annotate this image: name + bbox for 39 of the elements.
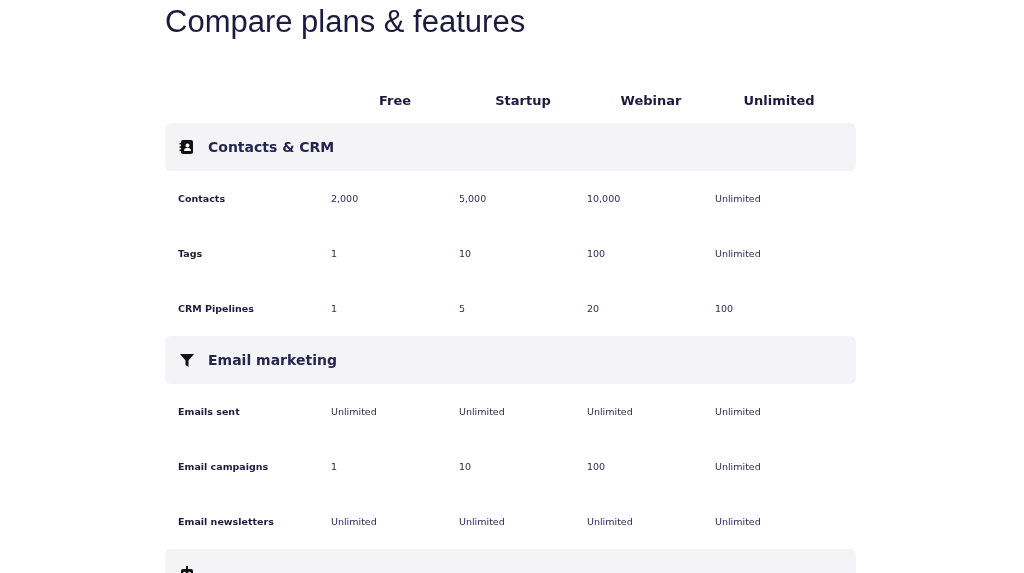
feature-label: Email newsletters bbox=[177, 516, 274, 527]
plan-name: Unlimited bbox=[743, 92, 815, 108]
table-cell: 2,000 bbox=[331, 193, 359, 204]
table-cell: Unlimited bbox=[331, 406, 377, 417]
table-cell: Unlimited bbox=[715, 248, 761, 259]
table-cell: Unlimited bbox=[587, 406, 633, 417]
table-cell: Unlimited bbox=[459, 406, 505, 417]
feature-label: CRM Pipelines bbox=[177, 303, 254, 314]
table-cell: Unlimited bbox=[715, 461, 761, 472]
table-cell: 100 bbox=[587, 248, 606, 259]
table-cell: 1 bbox=[331, 461, 338, 472]
feature-label: Email campaigns bbox=[177, 461, 269, 472]
table-cell: 10 bbox=[459, 461, 472, 472]
table-cell: Unlimited bbox=[715, 516, 761, 527]
table-cell: Unlimited bbox=[715, 406, 761, 417]
plan-name: Free bbox=[378, 92, 412, 108]
table-cell: 100 bbox=[587, 461, 606, 472]
table-cell: 1 bbox=[331, 303, 338, 314]
table-cell: 1 bbox=[331, 248, 338, 259]
section-title: Contacts & CRM bbox=[208, 139, 335, 155]
table-cell: 100 bbox=[715, 303, 734, 314]
filter-icon bbox=[179, 352, 195, 368]
plan-name: Webinar bbox=[620, 92, 682, 108]
table-cell: 20 bbox=[587, 303, 600, 314]
table-cell: 5 bbox=[459, 303, 466, 314]
page-title: Compare plans & features bbox=[165, 3, 527, 41]
table-cell: Unlimited bbox=[331, 516, 377, 527]
feature-label: Contacts bbox=[177, 193, 226, 204]
table-cell: 10,000 bbox=[587, 193, 621, 204]
contact-book-icon bbox=[179, 139, 195, 155]
table-cell: Unlimited bbox=[459, 516, 505, 527]
table-cell: 10 bbox=[459, 248, 472, 259]
table-cell: 5,000 bbox=[459, 193, 487, 204]
feature-label: Tags bbox=[177, 248, 203, 259]
section-title: Email marketing bbox=[208, 352, 337, 368]
feature-label: Emails sent bbox=[177, 406, 240, 417]
table-cell: Unlimited bbox=[715, 193, 761, 204]
table-cell: Unlimited bbox=[587, 516, 633, 527]
plan-name: Startup bbox=[495, 92, 551, 108]
